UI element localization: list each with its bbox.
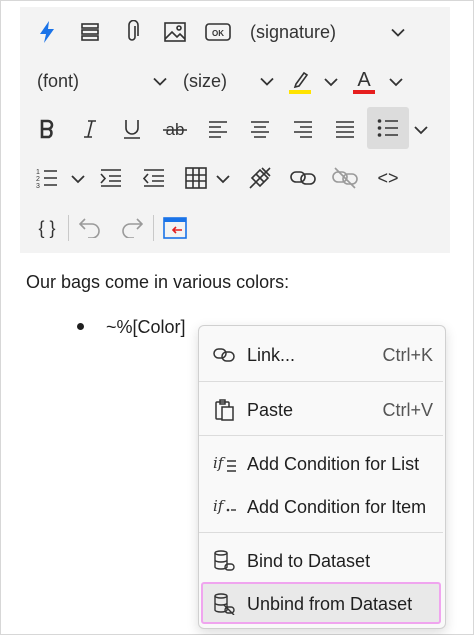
menu-item-shortcut: Ctrl+K [382,345,433,365]
lightning-icon[interactable] [32,17,62,47]
image-icon[interactable] [160,17,190,47]
toolbar-separator [68,215,69,241]
svg-text:2: 2 [36,176,40,183]
menu-item-label: Link... [247,345,296,365]
menu-item-condition-list[interactable]: if Add Condition for List [203,444,439,482]
ok-button-icon[interactable]: OK [203,17,233,47]
align-center-icon[interactable] [245,114,275,144]
bullet-dot [77,323,84,330]
size-select[interactable]: (size) [183,66,274,96]
menu-item-paste[interactable]: Paste Ctrl+V [203,390,439,428]
chevron-down-icon[interactable] [69,164,87,194]
table-icon[interactable] [181,163,211,193]
insert-field-icon[interactable] [160,213,190,243]
size-select-value: (size) [183,70,227,91]
fields-icon[interactable] [75,17,105,47]
underline-icon[interactable] [117,114,147,144]
menu-item-label: Unbind from Dataset [247,594,413,614]
code-icon[interactable]: <> [373,163,403,193]
svg-text:1: 1 [36,169,40,176]
menu-item-condition-item[interactable]: if Add Condition for Item [203,487,439,525]
outdent-icon[interactable] [139,163,169,193]
highlight-icon[interactable] [285,65,315,97]
toolbar-separator [153,215,154,241]
condition-list-icon: if [213,453,236,475]
menu-item-shortcut: Ctrl+V [382,400,433,420]
bind-dataset-icon [213,550,235,572]
link-icon [213,344,235,366]
svg-text:3: 3 [36,183,40,189]
chevron-down-icon[interactable] [412,115,430,145]
chevron-down-icon [260,71,274,92]
signature-select[interactable]: (signature) [250,17,405,47]
font-color-icon[interactable]: A [349,65,379,97]
menu-item-label: Add Condition for List [247,454,420,474]
font-select-value: (font) [37,70,80,91]
font-select[interactable]: (font) [37,66,167,96]
menu-item-label: Paste [247,400,294,420]
menu-item-unbind-dataset[interactable]: Unbind from Dataset [201,582,441,624]
strikethrough-icon[interactable]: ab [160,114,190,144]
menu-item-bind-dataset[interactable]: Bind to Dataset [203,541,439,579]
chevron-down-icon [153,71,167,92]
indent-icon[interactable] [96,163,126,193]
italic-icon[interactable] [75,114,105,144]
align-left-icon[interactable] [203,114,233,144]
menu-separator [199,532,443,533]
menu-separator [199,435,443,436]
menu-item-label: Add Condition for Item [247,497,427,517]
menu-separator [199,381,443,382]
chevron-down-icon[interactable] [322,67,340,97]
unbind-dataset-icon [213,593,235,616]
clear-format-icon[interactable] [245,163,275,193]
condition-item-icon: if [213,496,236,518]
svg-text:OK: OK [212,29,224,38]
bold-icon[interactable] [32,114,62,144]
link-icon[interactable] [288,163,318,193]
redo-icon[interactable] [117,213,147,243]
menu-item-link[interactable]: Link... Ctrl+K [203,335,439,373]
chevron-down-icon[interactable] [387,67,405,97]
braces-glyph: { } [38,217,56,238]
chevron-down-icon[interactable] [214,164,232,194]
svg-text:if: if [213,454,226,472]
editor-paragraph[interactable]: Our bags come in various colors: [26,272,289,293]
paste-icon [213,399,235,421]
font-color-letter: A [357,69,371,91]
align-right-icon[interactable] [288,114,318,144]
numbered-list-icon[interactable]: 123 [32,163,62,193]
svg-text:if: if [213,497,226,515]
undo-icon[interactable] [75,213,105,243]
unlink-icon[interactable] [330,163,360,193]
braces-icon[interactable]: { } [32,213,62,243]
context-menu: Link... Ctrl+K Paste Ctrl+V if Add Condi… [198,325,446,629]
justify-icon[interactable] [330,114,360,144]
bullet-item[interactable]: ~%[Color] [106,317,186,338]
toolbar: OK (signature) (font) (size) A ab 1 2 3 … [20,7,450,253]
attachment-icon[interactable] [117,17,147,47]
bullet-list-icon[interactable] [367,107,409,149]
signature-select-value: (signature) [250,21,337,42]
chevron-down-icon [391,22,405,43]
menu-item-label: Bind to Dataset [247,551,371,571]
code-glyph: <> [377,167,399,188]
